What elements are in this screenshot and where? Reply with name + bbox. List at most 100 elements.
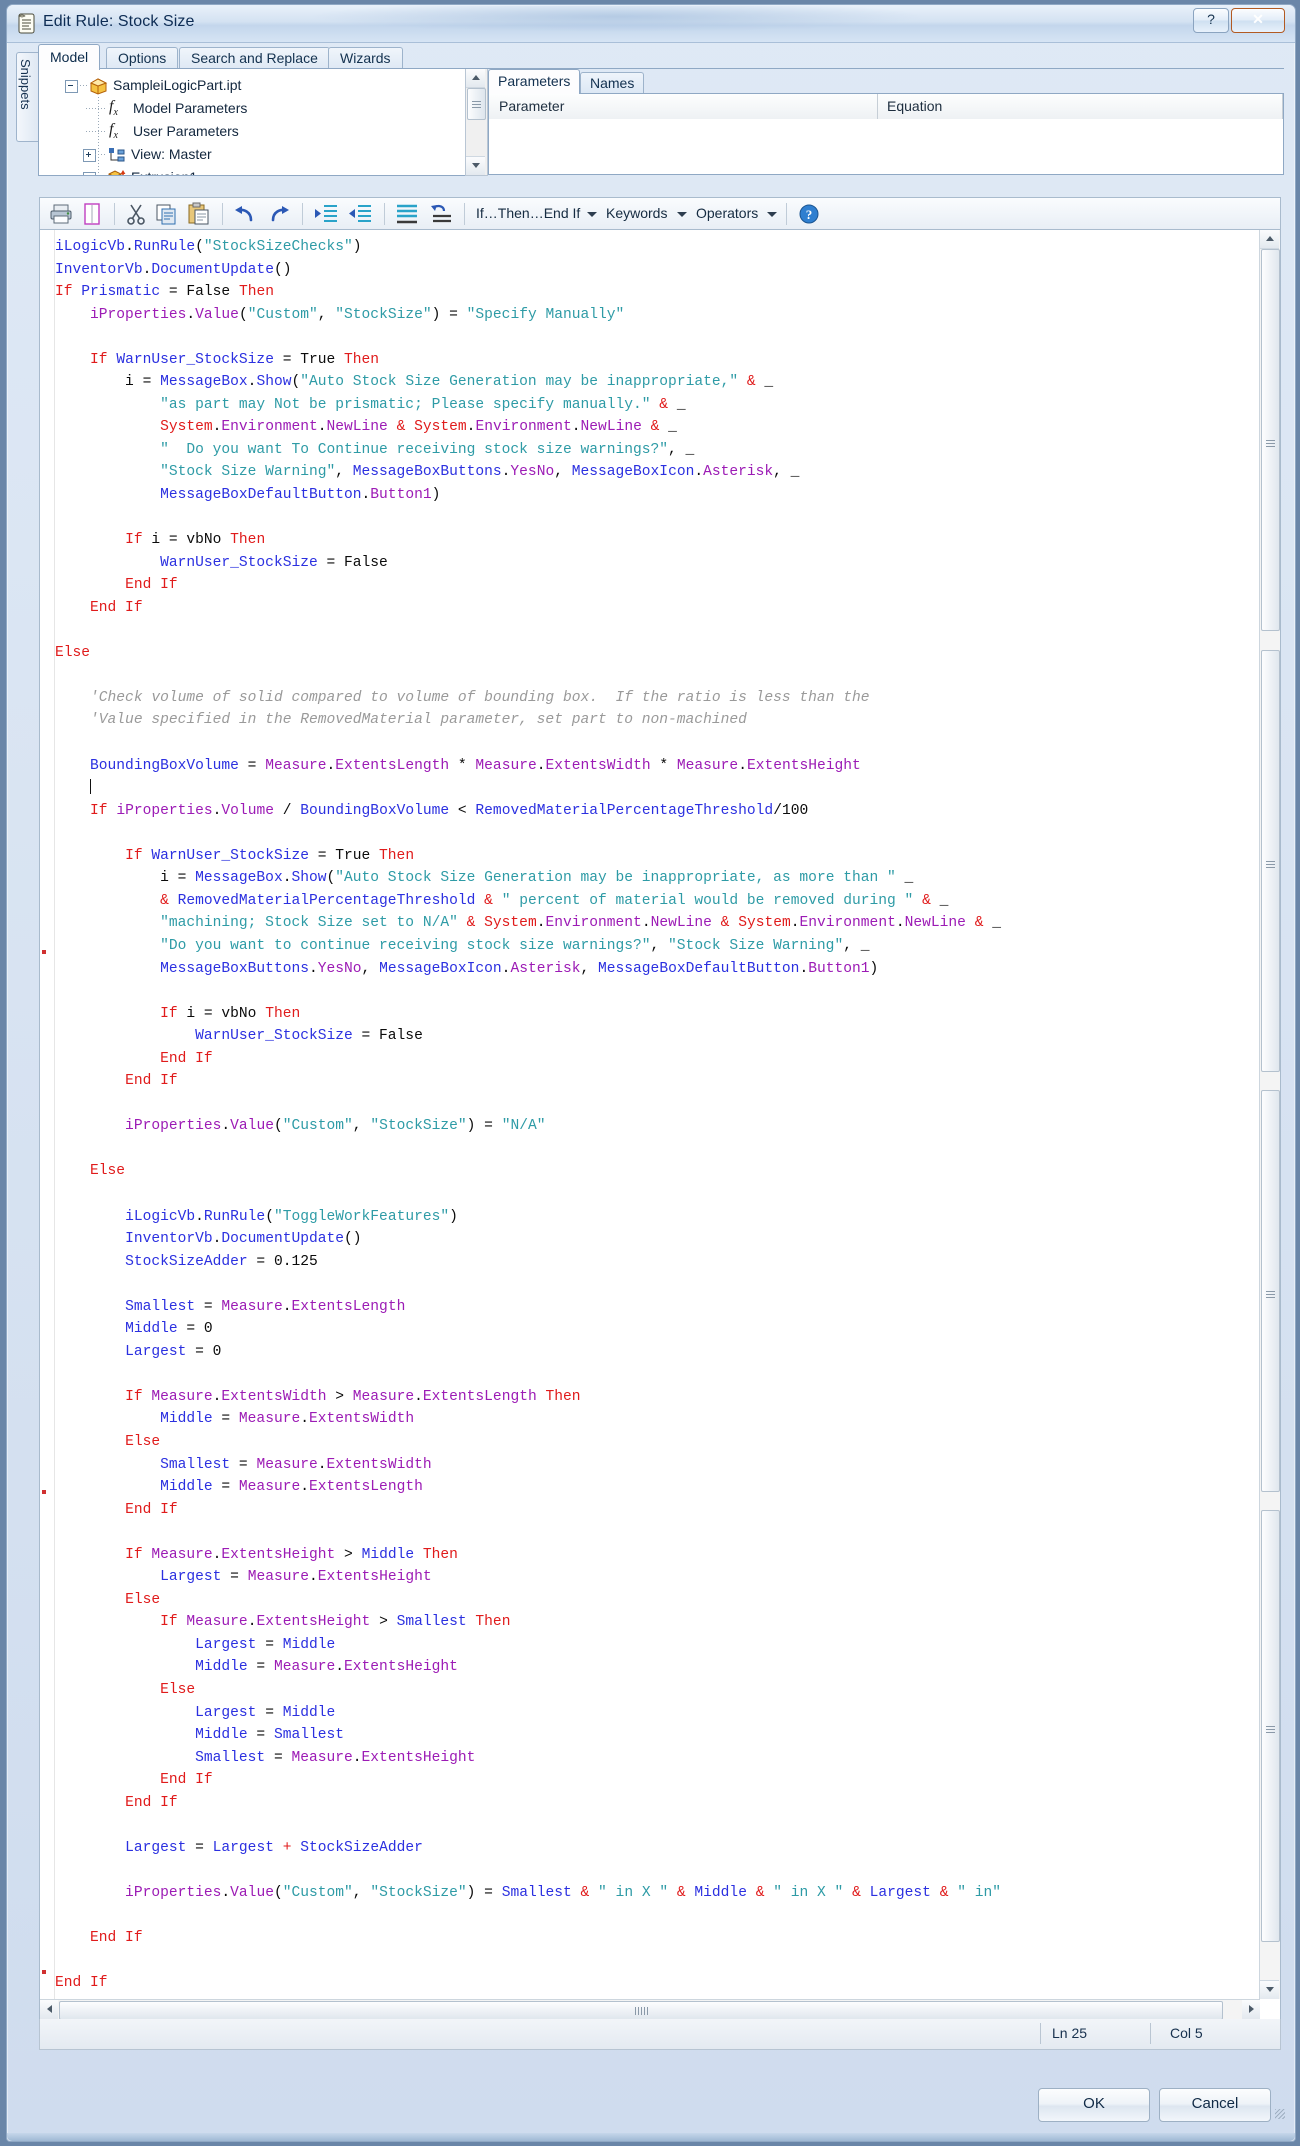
code-line[interactable]: Middle = Smallest	[55, 1724, 1244, 1747]
scroll-left-arrow-icon[interactable]	[40, 2000, 58, 2019]
paste-icon[interactable]	[186, 202, 212, 226]
parameters-grid-body[interactable]	[489, 119, 1283, 174]
uncomment-icon[interactable]	[428, 202, 454, 226]
code-line[interactable]: "as part may Not be prismatic; Please sp…	[55, 394, 1244, 417]
expander-plus-icon[interactable]	[83, 172, 96, 176]
tree-item-model-parameters[interactable]: fx Model Parameters	[39, 97, 465, 120]
code-line[interactable]: "Stock Size Warning", MessageBoxButtons.…	[55, 461, 1244, 484]
code-line[interactable]: Else	[55, 1160, 1244, 1183]
code-line[interactable]: If Measure.ExtentsHeight > Smallest Then	[55, 1611, 1244, 1634]
tree-scrollbar[interactable]	[465, 69, 488, 176]
print-icon[interactable]	[48, 202, 74, 226]
code-line[interactable]: Largest = Middle	[55, 1634, 1244, 1657]
code-line[interactable]: If Measure.ExtentsHeight > Middle Then	[55, 1544, 1244, 1567]
sidebar-tab-snippets[interactable]: Snippets	[16, 52, 38, 142]
chevron-down-icon[interactable]	[677, 212, 687, 217]
code-line[interactable]	[55, 1363, 1244, 1386]
code-line[interactable]: If WarnUser_StockSize = True Then	[55, 349, 1244, 372]
code-line[interactable]: Largest = Measure.ExtentsHeight	[55, 1566, 1244, 1589]
comment-icon[interactable]	[394, 202, 420, 226]
outdent-icon[interactable]	[348, 202, 374, 226]
help-button[interactable]: ?	[1193, 8, 1229, 33]
code-line[interactable]: End If	[55, 574, 1244, 597]
code-line[interactable]: Largest = Largest + StockSizeAdder	[55, 1837, 1244, 1860]
code-line[interactable]: StockSizeAdder = 0.125	[55, 1251, 1244, 1274]
chevron-down-icon[interactable]	[587, 212, 597, 217]
code-line[interactable]: If Measure.ExtentsWidth > Measure.Extent…	[55, 1386, 1244, 1409]
code-line[interactable]: End If	[55, 1927, 1244, 1950]
code-line[interactable]: Middle = 0	[55, 1318, 1244, 1341]
code-line[interactable]: Smallest = Measure.ExtentsHeight	[55, 1747, 1244, 1770]
code-line[interactable]: Else	[55, 1679, 1244, 1702]
code-line[interactable]: i = MessageBox.Show("Auto Stock Size Gen…	[55, 371, 1244, 394]
scroll-right-arrow-icon[interactable]	[1242, 2000, 1260, 2019]
expander-minus-icon[interactable]	[65, 80, 78, 93]
editor-vertical-scrollbar[interactable]	[1259, 230, 1280, 1999]
code-line[interactable]	[55, 1521, 1244, 1544]
dropdown-operators[interactable]: Operators	[696, 205, 758, 221]
code-line[interactable]: InventorVb.DocumentUpdate()	[55, 259, 1244, 282]
copy-icon[interactable]	[154, 202, 180, 226]
undo-icon[interactable]	[232, 202, 258, 226]
code-line[interactable]: 'Check volume of solid compared to volum…	[55, 687, 1244, 710]
close-button[interactable]: ✕	[1231, 8, 1285, 33]
code-line[interactable]: Middle = Measure.ExtentsLength	[55, 1476, 1244, 1499]
code-line[interactable]: MessageBoxDefaultButton.Button1)	[55, 484, 1244, 507]
code-line[interactable]	[55, 507, 1244, 530]
scrollbar-thumb[interactable]	[1261, 249, 1280, 631]
code-line[interactable]: iProperties.Value("Custom", "StockSize")…	[55, 1115, 1244, 1138]
code-line[interactable]	[55, 1183, 1244, 1206]
tab-model[interactable]: Model	[38, 44, 100, 70]
code-line[interactable]	[55, 1904, 1244, 1927]
scrollbar-thumb[interactable]	[1261, 650, 1280, 1072]
tree-item-user-parameters[interactable]: fx User Parameters	[39, 120, 465, 143]
code-text[interactable]: iLogicVb.RunRule("StockSizeChecks")Inven…	[55, 236, 1244, 1998]
resize-grip[interactable]	[1275, 2109, 1285, 2119]
page-setup-icon[interactable]	[80, 202, 104, 226]
scroll-up-arrow-icon[interactable]	[1260, 230, 1279, 249]
scrollbar-thumb[interactable]	[467, 88, 486, 120]
code-line[interactable]: Else	[55, 1431, 1244, 1454]
code-line[interactable]: Smallest = Measure.ExtentsWidth	[55, 1454, 1244, 1477]
column-divider[interactable]	[1282, 94, 1283, 119]
chevron-down-icon[interactable]	[767, 212, 777, 217]
code-line[interactable]: Smallest = Measure.ExtentsLength	[55, 1296, 1244, 1319]
code-line[interactable]: System.Environment.NewLine & System.Envi…	[55, 416, 1244, 439]
code-line[interactable]	[55, 1950, 1244, 1973]
code-line[interactable]: If i = vbNo Then	[55, 529, 1244, 552]
tab-wizards[interactable]: Wizards	[328, 47, 403, 70]
code-line[interactable]	[55, 1093, 1244, 1116]
code-line[interactable]: iLogicVb.RunRule("StockSizeChecks")	[55, 236, 1244, 259]
code-line[interactable]	[55, 1814, 1244, 1837]
redo-icon[interactable]	[266, 202, 292, 226]
code-line[interactable]	[55, 1273, 1244, 1296]
code-line[interactable]: End If	[55, 1769, 1244, 1792]
scroll-up-arrow-icon[interactable]	[466, 69, 485, 88]
code-line[interactable]	[55, 1859, 1244, 1882]
code-line[interactable]: "machining; Stock Size set to N/A" & Sys…	[55, 912, 1244, 935]
scrollbar-thumb[interactable]	[1261, 1510, 1280, 1942]
cut-icon[interactable]	[124, 202, 148, 226]
code-line[interactable]: iLogicVb.RunRule("ToggleWorkFeatures")	[55, 1206, 1244, 1229]
scrollbar-thumb[interactable]	[1261, 1090, 1280, 1492]
code-line[interactable]: End If	[55, 1048, 1244, 1071]
dropdown-if-then-endif[interactable]: If…Then…End If	[476, 205, 580, 221]
code-line[interactable]: Middle = Measure.ExtentsHeight	[55, 1656, 1244, 1679]
code-line[interactable]	[55, 777, 1244, 800]
code-line[interactable]	[55, 1138, 1244, 1161]
code-line[interactable]: End If	[55, 1792, 1244, 1815]
cancel-button[interactable]: Cancel	[1159, 2088, 1271, 2122]
code-line[interactable]: i = MessageBox.Show("Auto Stock Size Gen…	[55, 867, 1244, 890]
help-circle-icon[interactable]: ?	[798, 202, 820, 226]
code-line[interactable]: MessageBoxButtons.YesNo, MessageBoxIcon.…	[55, 958, 1244, 981]
scroll-down-arrow-icon[interactable]	[466, 156, 485, 175]
tree-item-part[interactable]: SampleiLogicPart.ipt	[39, 74, 465, 97]
code-line[interactable]: "Do you want to continue receiving stock…	[55, 935, 1244, 958]
code-line[interactable]: End If	[55, 1972, 1244, 1995]
code-line[interactable]: End If	[55, 1499, 1244, 1522]
code-line[interactable]: InventorVb.DocumentUpdate()	[55, 1228, 1244, 1251]
column-header-parameter[interactable]: Parameter	[499, 98, 564, 114]
expander-plus-icon[interactable]	[83, 149, 96, 162]
code-line[interactable]: Largest = Middle	[55, 1702, 1244, 1725]
parameters-grid[interactable]: Parameter Equation	[488, 93, 1284, 175]
